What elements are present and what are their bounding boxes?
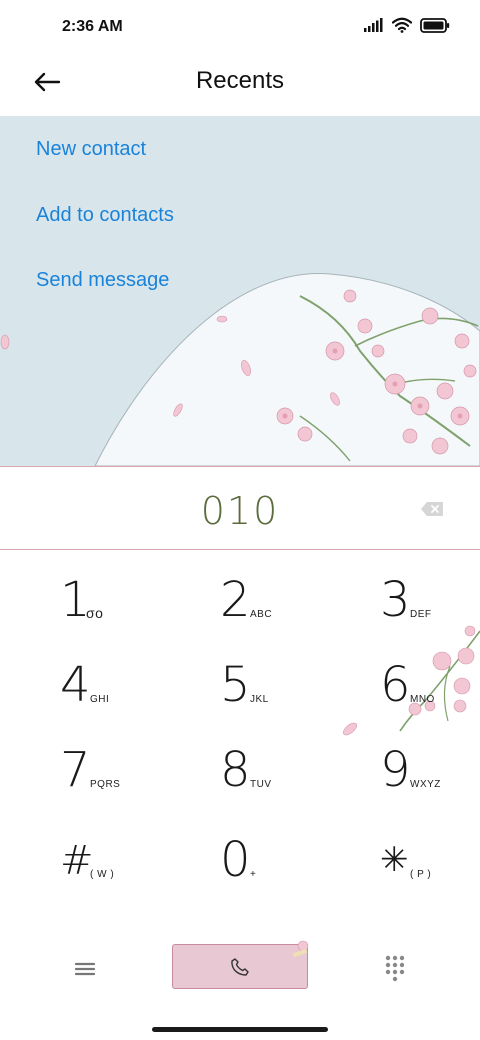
key-digit: 0 (220, 832, 251, 888)
keypad: 1 σο 2 ABC 3 DEF 4 GHI 5 JKL 6 MNO 7 PQRS 8 TUV 9 WXYZ #( … (0, 551, 480, 931)
key-letters: TUV (250, 779, 272, 790)
page-title: Recents (195, 67, 285, 94)
key-letters: GHI (90, 694, 110, 705)
actions-panel: New contact Add to contacts Send message (0, 116, 480, 466)
key-letters: JKL (250, 694, 269, 705)
key-eight[interactable]: 8 TUV (180, 731, 340, 817)
key-one[interactable]: 1 σο (20, 561, 180, 647)
backspace-icon[interactable] (420, 501, 444, 517)
key-hash[interactable]: #( W ) (20, 821, 180, 907)
key-digit: ✳ (380, 840, 409, 880)
key-digit: 8 (220, 742, 251, 798)
home-indicator (152, 1027, 328, 1032)
key-six[interactable]: 6 MNO (340, 646, 480, 732)
status-icons (364, 17, 450, 33)
bottom-bar (0, 930, 480, 1010)
send-message-link[interactable]: Send message (36, 269, 169, 292)
key-digit: 4 (60, 657, 91, 713)
key-digit: 3 (380, 572, 411, 628)
key-letters: MNO (410, 694, 435, 705)
add-to-contacts-link[interactable]: Add to contacts (36, 204, 174, 227)
key-digit: 6 (380, 657, 411, 713)
key-letters: WXYZ (410, 779, 441, 790)
dialed-number[interactable]: 010 (0, 489, 480, 533)
status-time: 2:36 AM (62, 18, 123, 35)
wifi-icon (392, 17, 412, 33)
key-star[interactable]: ✳( P ) (340, 821, 480, 907)
dialpad-grid-icon[interactable] (384, 954, 406, 982)
key-letters: ( P ) (410, 869, 432, 880)
key-digit: 2 (220, 572, 251, 628)
key-letters: ABC (250, 609, 273, 620)
key-four[interactable]: 4 GHI (20, 646, 180, 732)
phone-icon (231, 957, 249, 976)
key-letters: DEF (410, 609, 432, 620)
header: Recents (0, 56, 480, 116)
key-digit: 9 (380, 742, 411, 798)
key-digit: 5 (220, 657, 251, 713)
hamburger-menu-icon[interactable] (70, 954, 100, 984)
key-digit: 7 (60, 742, 91, 798)
key-letters: σο (86, 605, 104, 621)
key-two[interactable]: 2 ABC (180, 561, 340, 647)
key-letters: PQRS (90, 779, 121, 790)
key-nine[interactable]: 9 WXYZ (340, 731, 480, 817)
key-seven[interactable]: 7 PQRS (20, 731, 180, 817)
new-contact-link[interactable]: New contact (36, 138, 146, 161)
key-letters: + (250, 869, 257, 880)
key-zero[interactable]: 0 + (180, 821, 340, 907)
call-button[interactable] (172, 940, 309, 989)
key-digit: # (60, 838, 94, 884)
blossom-sticker-icon (292, 940, 309, 958)
status-bar: 2:36 AM (0, 0, 480, 56)
number-bar: 010 (0, 466, 480, 550)
key-five[interactable]: 5 JKL (180, 646, 340, 732)
key-three[interactable]: 3 DEF (340, 561, 480, 647)
signal-icon (364, 18, 383, 32)
battery-icon (420, 17, 450, 33)
key-letters: ( W ) (90, 869, 115, 880)
